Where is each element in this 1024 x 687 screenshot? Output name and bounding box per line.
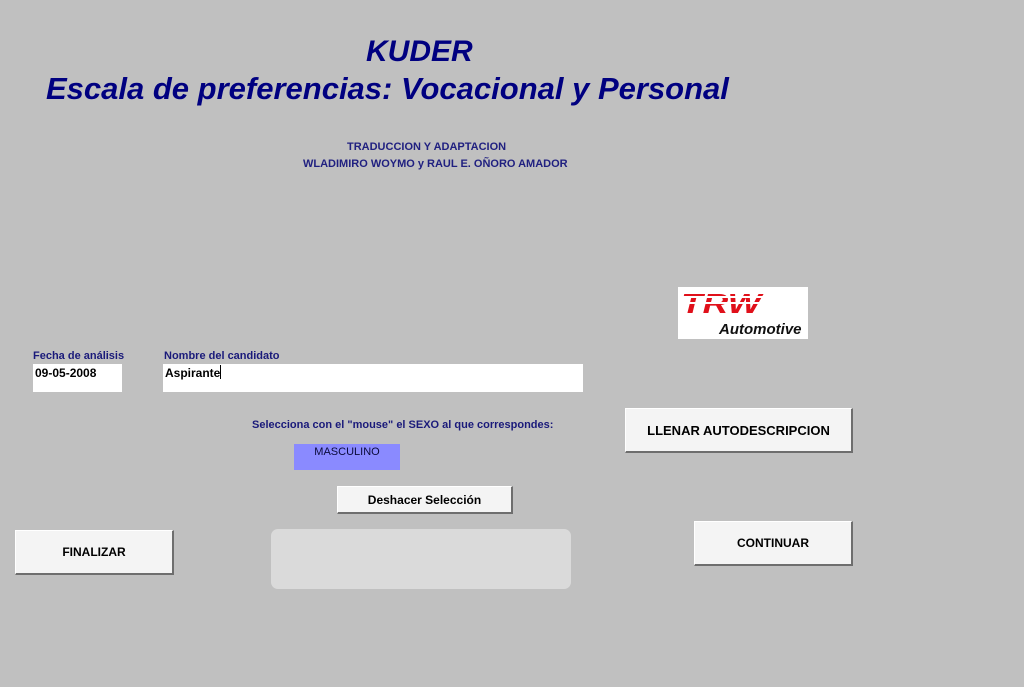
credit-line-2: WLADIMIRO WOYMO y RAUL E. OÑORO AMADOR <box>303 158 568 170</box>
sex-instruction: Selecciona con el "mouse" el SEXO al que… <box>252 419 554 431</box>
deshacer-seleccion-button[interactable]: Deshacer Selección <box>337 486 513 514</box>
date-field-value: 09-05-2008 <box>35 366 97 380</box>
name-label: Nombre del candidato <box>164 350 280 362</box>
trw-automotive-logo: TRW Automotive <box>678 287 808 339</box>
app-title: KUDER <box>366 35 473 68</box>
logo-tagline-text: Automotive <box>718 321 802 338</box>
sex-option-label: MASCULINO <box>314 446 380 458</box>
sex-option-masculino[interactable]: MASCULINO <box>294 444 400 470</box>
date-field[interactable]: 09-05-2008 <box>33 364 122 392</box>
llenar-autodescripcion-button[interactable]: LLENAR AUTODESCRIPCION <box>625 408 853 453</box>
trw-logo-graphic: TRW Automotive <box>678 288 802 338</box>
kuder-form-window: KUDER Escala de preferencias: Vocacional… <box>0 0 1024 687</box>
candidate-name-value: Aspirante <box>165 366 221 380</box>
finalizar-button[interactable]: FINALIZAR <box>15 530 174 575</box>
app-subtitle: Escala de preferencias: Vocacional y Per… <box>46 71 729 106</box>
date-label: Fecha de análisis <box>33 350 125 362</box>
credit-line-1: TRADUCCION Y ADAPTACION <box>347 141 507 153</box>
continuar-button[interactable]: CONTINUAR <box>694 521 853 566</box>
status-panel <box>271 529 571 589</box>
candidate-name-field[interactable]: Aspirante <box>163 364 583 392</box>
text-cursor <box>220 365 222 379</box>
